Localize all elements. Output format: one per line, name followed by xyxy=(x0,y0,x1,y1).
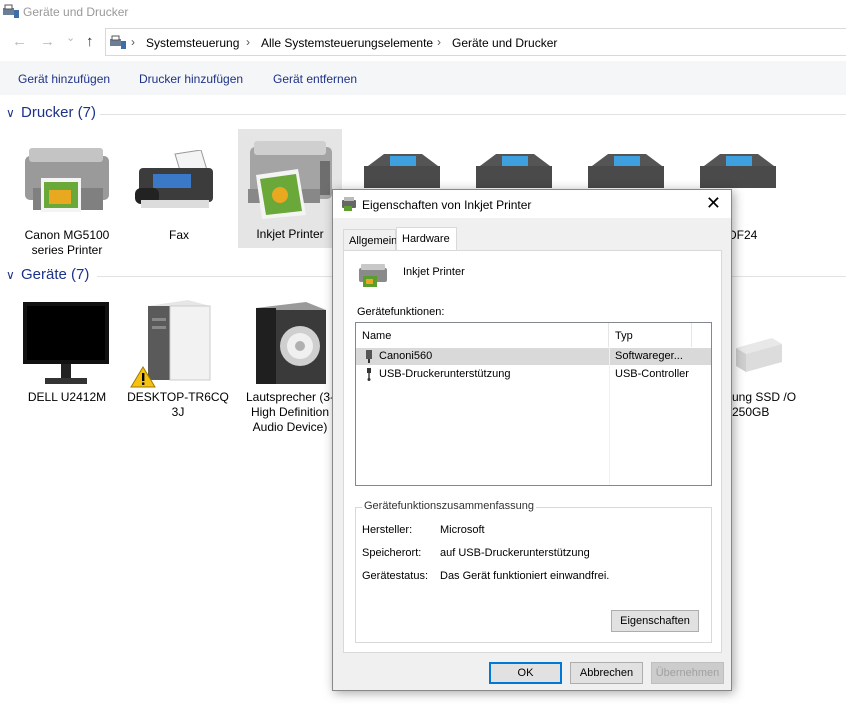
column-header-name[interactable]: Name xyxy=(356,323,609,347)
navigation-bar: ← → ⌄ ↑ › Systemsteuerung › Alle Systems… xyxy=(0,28,846,56)
column-header-type[interactable]: Typ xyxy=(609,323,692,347)
function-name: Canoni560 xyxy=(379,350,433,362)
ssd-drive-icon xyxy=(736,338,782,372)
list-item[interactable]: USB-Druckerunterstützung USB-Controller xyxy=(356,366,711,383)
devices-printers-icon xyxy=(3,4,19,18)
window-title: Geräte und Drucker xyxy=(23,5,129,19)
status-value: Das Gerät funktioniert einwandfrei. xyxy=(440,570,610,582)
printer-icon xyxy=(588,154,664,188)
tab-allgemein[interactable]: Allgemein xyxy=(343,229,397,250)
breadcrumb-systemsteuerung[interactable]: Systemsteuerung xyxy=(146,36,239,50)
column-divider xyxy=(609,347,610,485)
hardware-tab-panel: Inkjet Printer Gerätefunktionen: Name Ty… xyxy=(343,250,722,653)
close-icon[interactable]: ✕ xyxy=(706,193,721,214)
control-panel-icon xyxy=(110,35,126,49)
inkjet-printer-icon xyxy=(359,264,387,287)
chevron-down-icon[interactable]: ∨ xyxy=(6,268,15,282)
cancel-button[interactable]: Abbrechen xyxy=(570,662,643,684)
device-label: DESKTOP-TR6CQ 3J xyxy=(127,390,229,419)
dialog-title: Eigenschaften von Inkjet Printer xyxy=(362,198,532,212)
breadcrumb-all-items[interactable]: Alle Systemsteuerungselemente xyxy=(261,36,433,50)
device-ssd[interactable]: ung SSD /O 250GB xyxy=(720,296,824,426)
warning-icon xyxy=(130,366,156,388)
location-value: auf USB-Druckerunterstützung xyxy=(440,547,590,559)
window-titlebar: Geräte und Drucker xyxy=(0,0,846,24)
manufacturer-key: Hersteller: xyxy=(362,524,413,536)
location-key: Speicherort: xyxy=(362,547,422,559)
functions-label: Gerätefunktionen: xyxy=(357,306,445,318)
summary-label: Gerätefunktionszusammenfassung xyxy=(362,500,536,512)
up-arrow-icon[interactable]: ↑ xyxy=(86,33,94,50)
properties-dialog: Eigenschaften von Inkjet Printer ✕ Allge… xyxy=(332,189,732,691)
tab-hardware[interactable]: Hardware xyxy=(396,227,457,251)
device-label: ung SSD /O 250GB xyxy=(732,390,797,419)
add-device-button[interactable]: Gerät hinzufügen xyxy=(18,72,110,86)
printer-icon xyxy=(364,154,440,188)
remove-device-button[interactable]: Gerät entfernen xyxy=(273,72,357,86)
device-canon-mg5100[interactable]: Canon MG5100 series Printer xyxy=(15,130,119,260)
usb-device-icon xyxy=(366,350,372,363)
device-fax[interactable]: Fax xyxy=(127,130,231,260)
address-bar[interactable]: › Systemsteuerung › Alle Systemsteuerung… xyxy=(105,28,846,56)
dialog-titlebar: Eigenschaften von Inkjet Printer ✕ xyxy=(333,190,731,218)
speaker-icon xyxy=(256,302,326,384)
function-type: Softwareger... xyxy=(615,350,683,362)
forward-arrow-icon[interactable]: → xyxy=(40,33,55,50)
device-dell-monitor[interactable]: DELL U2412M xyxy=(15,296,119,406)
fax-icon xyxy=(135,150,213,208)
device-label: DELL U2412M xyxy=(27,390,107,404)
usb-connector-icon xyxy=(367,368,371,381)
manufacturer-value: Microsoft xyxy=(440,524,485,536)
device-label: Fax xyxy=(168,228,189,242)
printer-icon xyxy=(476,154,552,188)
recent-locations-dropdown-icon[interactable]: ⌄ xyxy=(66,31,75,44)
multifunction-printer-icon xyxy=(25,148,109,212)
device-label: DF24 xyxy=(728,228,758,242)
breadcrumb-devices-printers[interactable]: Geräte und Drucker xyxy=(452,36,557,50)
device-printer-4[interactable] xyxy=(352,130,456,190)
device-inkjet-printer[interactable]: Inkjet Printer xyxy=(238,129,342,248)
printers-group-title: Drucker (7) xyxy=(21,104,97,121)
inkjet-printer-icon xyxy=(248,141,332,219)
status-key: Gerätestatus: xyxy=(362,570,429,582)
add-printer-button[interactable]: Drucker hinzufügen xyxy=(139,72,243,86)
device-label: Inkjet Printer xyxy=(256,227,324,241)
breadcrumb-separator-icon: › xyxy=(246,35,250,49)
device-printer-6[interactable] xyxy=(576,130,680,190)
printer-icon xyxy=(342,197,356,211)
back-arrow-icon[interactable]: ← xyxy=(12,33,27,50)
properties-button[interactable]: Eigenschaften xyxy=(611,610,699,632)
function-type: USB-Controller xyxy=(615,368,689,380)
breadcrumb-separator-icon: › xyxy=(437,35,441,49)
chevron-down-icon[interactable]: ∨ xyxy=(6,106,15,120)
function-summary-group: Gerätefunktionszusammenfassung Herstelle… xyxy=(355,500,712,643)
list-item[interactable]: Canoni560 Softwareger... xyxy=(356,348,711,365)
ok-button[interactable]: OK xyxy=(489,662,562,684)
device-functions-list[interactable]: Name Typ Canoni560 Softwareger... USB-Dr… xyxy=(355,322,712,486)
group-divider xyxy=(100,114,846,115)
printers-group-header[interactable]: ∨ Drucker (7) xyxy=(0,104,846,126)
device-speaker[interactable]: Lautsprecher (3- High Definition Audio D… xyxy=(238,296,342,436)
device-label: Canon MG5100 series Printer xyxy=(24,228,110,257)
command-bar: Gerät hinzufügen Drucker hinzufügen Gerä… xyxy=(0,61,846,95)
apply-button[interactable]: Übernehmen xyxy=(651,662,724,684)
devices-group-title: Geräte (7) xyxy=(21,266,90,283)
printer-icon xyxy=(700,154,776,188)
breadcrumb-separator-icon: › xyxy=(131,35,135,49)
function-name: USB-Druckerunterstützung xyxy=(379,368,511,380)
device-name: Inkjet Printer xyxy=(403,266,465,278)
device-desktop[interactable]: DESKTOP-TR6CQ 3J xyxy=(126,296,230,421)
device-label: Lautsprecher (3- High Definition Audio D… xyxy=(245,390,335,434)
device-printer-5[interactable] xyxy=(464,130,568,190)
monitor-icon xyxy=(23,302,109,384)
